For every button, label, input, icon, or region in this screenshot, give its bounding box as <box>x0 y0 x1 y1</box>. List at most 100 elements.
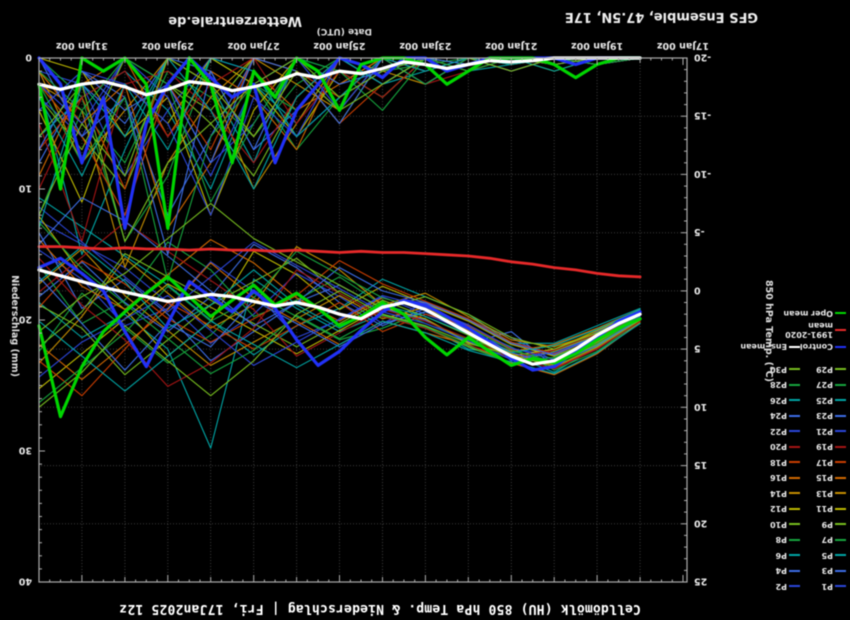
legend-item-p28: P28 <box>754 380 800 389</box>
temp-axis-title: 850 hPa Temp. (°C) <box>763 280 774 382</box>
temp-tick-label: 20 <box>694 517 708 528</box>
legend-label: P26 <box>770 396 787 405</box>
legend-item-p24: P24 <box>754 411 800 420</box>
legend-color-swatch <box>789 570 800 572</box>
legend-row: P17P18 <box>716 455 846 471</box>
legend-color-swatch <box>835 346 846 348</box>
legend-label: P27 <box>816 380 833 389</box>
legend-row: P23 P24 <box>716 408 846 424</box>
legend-item-p9: P9 <box>800 520 846 529</box>
legend-color-swatch <box>789 346 800 348</box>
legend-item-p15: P15 <box>800 473 846 482</box>
legend-item-p20: P20 <box>754 442 800 451</box>
legend-color-swatch <box>789 461 800 463</box>
x-tick-label: 17Jan 00z <box>657 40 709 51</box>
legend-label: P5 <box>822 551 833 560</box>
legend-row: P5 P6 <box>716 548 846 564</box>
legend-color-swatch <box>789 399 800 401</box>
x-tick-label: 27Jan 00z <box>227 40 279 51</box>
legend-row: P19 P20 <box>716 439 846 455</box>
legend-label: P16 <box>770 473 787 482</box>
legend-item-p12: P12 <box>754 504 800 513</box>
chart-title: Celldömölk (HU) 850 hPa Temp. & Niedersc… <box>0 601 760 616</box>
legend-color-swatch <box>789 477 800 479</box>
legend-label: P11 <box>816 504 833 513</box>
legend-label: P4 <box>776 566 787 575</box>
legend-color-swatch <box>835 430 846 432</box>
legend-item-p22: P22 <box>754 427 800 436</box>
legend-row: P25 P26 <box>716 393 846 409</box>
legend-item-p1: P1 <box>800 582 846 591</box>
legend-color-swatch <box>789 585 800 587</box>
legend-row: P13P14 <box>716 486 846 502</box>
legend-label: P24 <box>770 411 787 420</box>
legend-color-swatch <box>835 446 846 448</box>
legend-label: P15 <box>816 473 833 482</box>
legend-label: Control <box>800 342 833 351</box>
legend-label: P23 <box>816 411 833 420</box>
legend-color-swatch <box>789 492 800 494</box>
legend-item-p18: P18 <box>754 458 800 467</box>
legend-item-p30: P30 <box>754 365 800 374</box>
legend-row: P15 P16 <box>716 470 846 486</box>
legend-item-p26: P26 <box>754 396 800 405</box>
legend-label: P25 <box>816 396 833 405</box>
legend-color-swatch <box>835 585 846 587</box>
x-tick-label: 23Jan 00z <box>399 40 451 51</box>
precip-axis-title: Niederschlag (mm) <box>9 275 20 377</box>
legend-color-swatch <box>789 384 800 386</box>
legend-label: P2 <box>776 582 787 591</box>
precip-tick-label: 10 <box>18 183 32 194</box>
legend-item-p23: P23 <box>800 411 846 420</box>
legend-item-p27: P27 <box>800 380 846 389</box>
legend-row: P7 P8 <box>716 532 846 548</box>
legend-label: P22 <box>770 427 787 436</box>
legend-item-p19: P19 <box>800 442 846 451</box>
legend-color-swatch <box>835 415 846 417</box>
legend-color-swatch <box>835 539 846 541</box>
ensemble-legend: P1P2P3P4P5P6P7P8P9P10P11P12P13P14P15P16P… <box>716 306 846 595</box>
legend-label: P18 <box>770 458 787 467</box>
temp-tick-label: 0 <box>694 284 701 295</box>
temp-tick-label: -20 <box>694 52 712 63</box>
legend-color-swatch <box>835 384 846 386</box>
legend-row: P11 P12 <box>716 501 846 517</box>
temp-tick-label: -5 <box>694 226 705 237</box>
legend-color-swatch <box>789 523 800 525</box>
legend-color-swatch <box>835 312 846 314</box>
legend-row: P9P10 <box>716 517 846 533</box>
legend-label: 1991-2020 mean <box>785 321 833 339</box>
legend-label: P6 <box>776 551 787 560</box>
rotated-chart-container: Celldömölk (HU) 850 hPa Temp. & Niedersc… <box>0 0 850 620</box>
legend-label: P19 <box>816 442 833 451</box>
legend-row: ControlEns. mean <box>716 339 846 355</box>
legend-label: P8 <box>776 535 787 544</box>
temp-tick-label: 25 <box>694 576 707 587</box>
legend-color-swatch <box>789 508 800 510</box>
legend-item-oper-mean: Oper mean <box>766 309 846 318</box>
precip-tick-label: 0 <box>25 52 32 63</box>
legend-row: P3 P4 <box>716 563 846 579</box>
legend-color-swatch <box>789 539 800 541</box>
legend-label: P20 <box>770 442 787 451</box>
legend-label: P3 <box>822 566 833 575</box>
legend-color-swatch <box>835 399 846 401</box>
legend-color-swatch <box>789 554 800 556</box>
model-location-label: GFS Ensemble, 47.5N, 17E <box>565 9 758 24</box>
legend-item-p7: P7 <box>800 535 846 544</box>
screenshot-stage: Celldömölk (HU) 850 hPa Temp. & Niedersc… <box>0 0 850 620</box>
temp-tick-label: 5 <box>694 343 701 354</box>
legend-item-p16: P16 <box>754 473 800 482</box>
legend-row: P27 P28 <box>716 377 846 393</box>
legend-item-p5: P5 <box>800 551 846 560</box>
legend-item-1991-2020-mean: 1991-2020 mean <box>766 321 846 339</box>
legend-color-swatch <box>835 570 846 572</box>
legend-label: P12 <box>770 504 787 513</box>
legend-label: P29 <box>816 365 833 374</box>
precip-tick-label: 30 <box>18 445 32 456</box>
legend-color-swatch <box>835 508 846 510</box>
legend-item-p10: P10 <box>754 520 800 529</box>
legend-color-swatch <box>835 329 846 331</box>
temp-tick-label: 10 <box>694 401 708 412</box>
legend-label: P1 <box>822 582 833 591</box>
